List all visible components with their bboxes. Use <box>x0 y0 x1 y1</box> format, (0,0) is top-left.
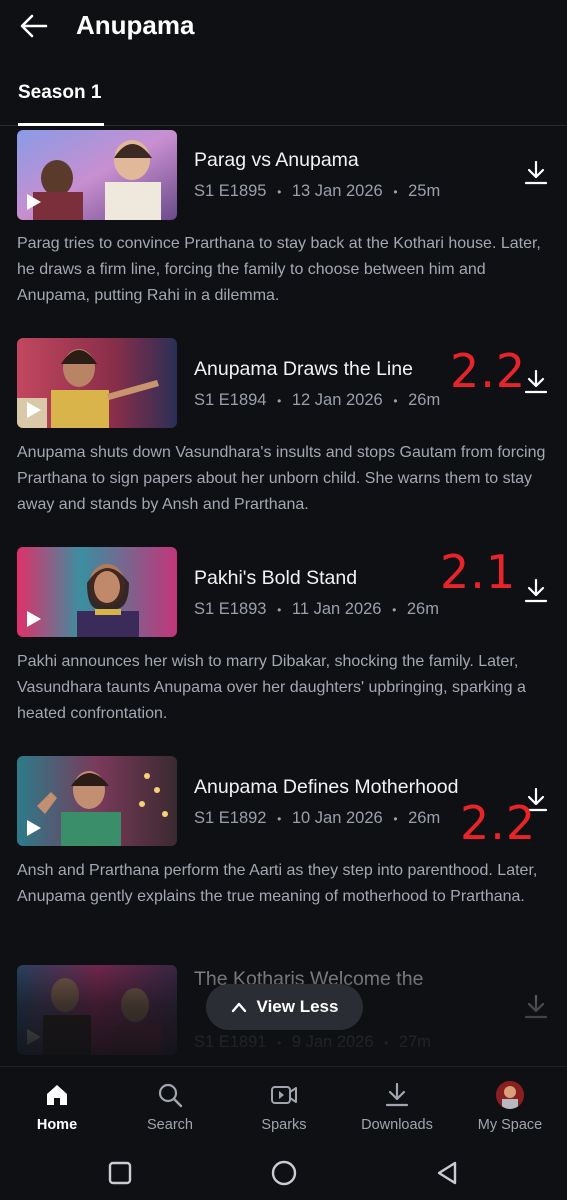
episode-thumbnail[interactable] <box>17 965 177 1055</box>
home-system-button[interactable] <box>269 1158 299 1188</box>
download-icon <box>524 578 548 603</box>
episode-number: S1 E1895 <box>194 182 267 200</box>
episode-description: Anupama shuts down Vasundhara's insults … <box>17 444 546 513</box>
season-tabs: Season 1 <box>0 76 567 126</box>
meta-separator: • <box>277 812 282 826</box>
episode-meta: S1 E1892 • 10 Jan 2026 • 26m <box>194 809 440 828</box>
episode-duration: 26m <box>408 809 441 827</box>
circle-home-icon <box>271 1160 297 1186</box>
handwritten-annotation: 2.1 <box>440 545 517 599</box>
episode-meta: S1 E1895 • 13 Jan 2026 • 25m <box>194 182 440 201</box>
download-icon <box>524 369 548 394</box>
handwritten-annotation: 2.2 <box>460 796 537 850</box>
play-icon <box>27 1029 41 1045</box>
episode-date: 10 Jan 2026 <box>291 809 383 827</box>
system-nav-bar <box>0 1146 567 1200</box>
tab-active-indicator <box>18 123 104 126</box>
episode-duration: 27m <box>398 1033 432 1051</box>
meta-separator: • <box>392 603 397 617</box>
episode-description: Parag tries to convince Prarthana to sta… <box>17 235 541 304</box>
view-less-button[interactable]: View Less <box>206 984 363 1030</box>
download-button[interactable] <box>522 577 550 605</box>
back-system-button[interactable] <box>432 1158 462 1188</box>
meta-separator: • <box>393 812 398 826</box>
download-icon <box>524 994 548 1019</box>
search-icon <box>158 1083 183 1108</box>
episode-description: Pakhi announces her wish to marry Dibaka… <box>17 653 526 722</box>
nav-home[interactable]: Home <box>2 1081 112 1133</box>
episode-title: Anupama Defines Motherhood <box>194 776 459 798</box>
download-icon <box>385 1082 409 1107</box>
nav-downloads[interactable]: Downloads <box>342 1081 452 1133</box>
meta-separator: • <box>277 603 282 617</box>
meta-separator: • <box>393 394 398 408</box>
download-icon <box>524 160 548 185</box>
app-header: Anupama <box>0 0 567 54</box>
handwritten-annotation: 2.2 <box>450 344 527 398</box>
episode-duration: 26m <box>406 600 439 618</box>
recents-icon <box>108 1161 132 1185</box>
view-less-label: View Less <box>256 997 339 1016</box>
download-button[interactable] <box>522 368 550 396</box>
home-icon <box>47 1085 67 1105</box>
episode-duration: 25m <box>408 182 441 200</box>
play-icon <box>27 611 41 627</box>
episode-date: 9 Jan 2026 <box>291 1033 374 1051</box>
episode-description: Ansh and Prarthana perform the Aarti as … <box>17 862 538 905</box>
nav-label: My Space <box>477 1117 543 1133</box>
recents-button[interactable] <box>105 1158 135 1188</box>
tab-season-1[interactable]: Season 1 <box>18 82 101 104</box>
nav-my-space[interactable]: My Space <box>455 1081 565 1133</box>
sparks-video-icon <box>271 1086 297 1104</box>
episode-thumbnail[interactable] <box>17 547 177 637</box>
episode-number: S1 E1891 <box>194 1033 267 1051</box>
page-title: Anupama <box>76 10 195 40</box>
episode-date: 12 Jan 2026 <box>291 391 383 409</box>
chevron-up-icon <box>231 1002 246 1013</box>
episode-meta: S1 E1893 • 11 Jan 2026 • 26m <box>194 600 439 619</box>
episode-title: Anupama Draws the Line <box>194 358 413 380</box>
meta-separator: • <box>393 185 398 199</box>
episode-title: Pakhi's Bold Stand <box>194 567 358 589</box>
episode-meta: S1 E1891 • 9 Jan 2026 • 27m <box>194 1033 431 1052</box>
episode-number: S1 E1893 <box>194 600 267 618</box>
episode-title: Parag vs Anupama <box>194 149 359 171</box>
nav-sparks[interactable]: Sparks <box>229 1081 339 1133</box>
meta-separator: • <box>277 1036 282 1050</box>
play-icon <box>27 402 41 418</box>
episode-thumbnail[interactable] <box>17 338 177 428</box>
download-button[interactable] <box>522 993 550 1021</box>
episode-date: 13 Jan 2026 <box>291 182 383 200</box>
meta-separator: • <box>384 1036 389 1050</box>
episode-list[interactable]: Parag vs Anupama S1 E1895 • 13 Jan 2026 … <box>0 127 567 1067</box>
nav-label: Downloads <box>361 1117 433 1133</box>
nav-label: Home <box>36 1117 78 1133</box>
arrow-left-icon <box>20 14 48 38</box>
episode-number: S1 E1892 <box>194 809 267 827</box>
nav-label: Sparks <box>261 1117 307 1133</box>
bottom-nav: Home Search Sparks Downloads My Space <box>0 1066 567 1146</box>
episode-date: 11 Jan 2026 <box>291 600 382 618</box>
play-icon <box>27 820 41 836</box>
episode-thumbnail[interactable] <box>17 130 177 220</box>
back-button[interactable] <box>18 12 50 40</box>
nav-search[interactable]: Search <box>115 1081 225 1133</box>
meta-separator: • <box>277 185 282 199</box>
avatar <box>496 1081 524 1109</box>
nav-label: Search <box>147 1117 193 1133</box>
episode-thumbnail[interactable] <box>17 756 177 846</box>
play-icon <box>27 194 41 210</box>
episode-meta: S1 E1894 • 12 Jan 2026 • 26m <box>194 391 440 410</box>
download-button[interactable] <box>522 159 550 187</box>
episode-number: S1 E1894 <box>194 391 267 409</box>
triangle-back-icon <box>437 1161 457 1185</box>
episode-duration: 26m <box>408 391 441 409</box>
meta-separator: • <box>277 394 282 408</box>
